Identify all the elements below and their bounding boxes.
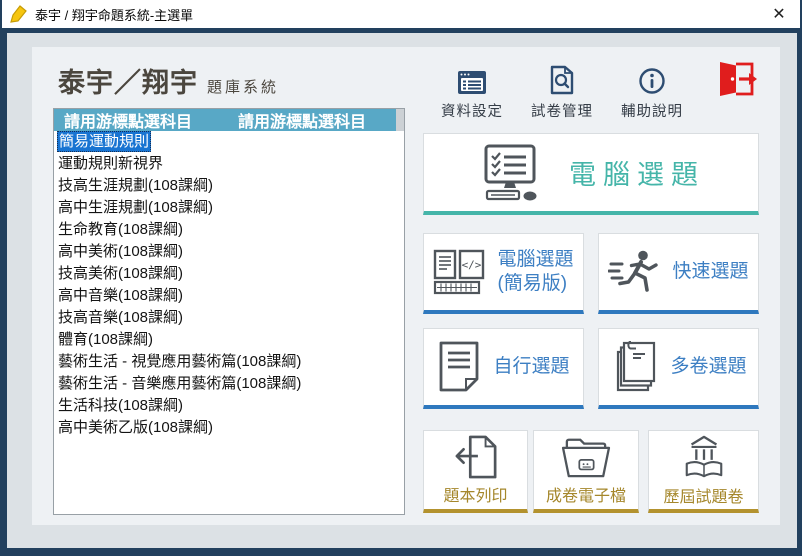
toolbar-item-help[interactable]: 輔助說明 [614,63,690,121]
client-area: 泰宇／翔宇 題庫系統 請用游標點選科目 請用游標點選科目 簡易運動規則運動規則新… [2,28,800,550]
close-icon[interactable]: ✕ [758,0,800,28]
data-settings-icon [434,63,510,95]
card-label: 電腦選題 (簡易版) [497,248,573,296]
self-select-button[interactable]: 自行選題 [423,328,584,409]
list-item[interactable]: 藝術生活 - 視覺應用藝術篇(108課綱) [54,351,404,373]
toolbar-label: 輔助說明 [614,100,690,121]
runner-icon [608,249,660,295]
card-label: 多卷選題 [670,355,746,379]
client-background: 泰宇／翔宇 題庫系統 請用游標點選科目 請用游標點選科目 簡易運動規則運動規則新… [7,33,797,548]
card-label-line1: 電腦選題 [497,249,573,270]
stacked-pages-icon [610,341,658,393]
document-lines-icon [437,341,481,393]
card-label: 成卷電子檔 [546,482,626,506]
card-label: 快速選題 [672,260,748,284]
card-label: 自行選題 [493,355,569,379]
brand-name: 泰宇／翔宇 [58,61,198,100]
exam-efile-button[interactable]: 成卷電子檔 [533,430,639,513]
exam-management-icon [524,63,600,95]
list-item[interactable]: 技高生涯規劃(108課綱) [54,175,404,197]
list-item[interactable]: 運動規則新視界 [54,153,404,175]
dual-screen-keyboard-icon: </> [433,249,485,295]
list-header-column-1: 請用游標點選科目 [64,109,192,131]
card-label-line2: (簡易版) [497,273,567,294]
brand-subtitle: 題庫系統 [207,76,279,97]
subject-list: 簡易運動規則運動規則新視界技高生涯規劃(108課綱)高中生涯規劃(108課綱)生… [54,131,404,439]
list-header-tail [396,109,404,131]
print-booklet-button[interactable]: 題本列印 [423,430,528,513]
bank-book-icon [680,434,728,480]
quick-select-button[interactable]: 快速選題 [598,233,759,314]
app-logo-icon [9,5,27,23]
list-item[interactable]: 體育(108課綱) [54,329,404,351]
multi-select-button[interactable]: 多卷選題 [598,328,759,409]
list-item[interactable]: 生命教育(108課綱) [54,219,404,241]
toolbar-item-data-settings[interactable]: 資料設定 [434,63,510,121]
exit-door-icon [702,65,772,97]
list-item[interactable]: 高中生涯規劃(108課綱) [54,197,404,219]
monitor-checklist-icon [477,144,543,202]
list-item[interactable]: 技高美術(108課綱) [54,263,404,285]
window-title: 泰宇 / 翔宇命題系統-主選單 [35,5,193,24]
document-arrow-left-icon [451,435,501,479]
brand-header: 泰宇／翔宇 題庫系統 [58,61,279,100]
help-icon [614,63,690,95]
list-item[interactable]: 技高音樂(108課綱) [54,307,404,329]
computer-select-simple-button[interactable]: </> 電腦選題 [423,233,584,314]
toolbar-label: 試卷管理 [524,100,600,121]
main-panel: 泰宇／翔宇 題庫系統 請用游標點選科目 請用游標點選科目 簡易運動規則運動規則新… [32,47,780,525]
past-exams-button[interactable]: 歷屆試題卷 [648,430,759,513]
subject-listview: 請用游標點選科目 請用游標點選科目 簡易運動規則運動規則新視界技高生涯規劃(10… [53,108,405,515]
card-label: 歷屆試題卷 [663,483,743,507]
list-item[interactable]: 高中音樂(108課綱) [54,285,404,307]
toolbar-label: 資料設定 [434,100,510,121]
title-bar: 泰宇 / 翔宇命題系統-主選單 ✕ [2,0,800,28]
list-item[interactable]: 高中美術(108課綱) [54,241,404,263]
toolbar-item-exam-management[interactable]: 試卷管理 [524,63,600,121]
folder-icon [559,435,613,479]
list-item[interactable]: 簡易運動規則 [54,131,404,153]
list-item[interactable]: 高中美術乙版(108課綱) [54,417,404,439]
app-window: 泰宇 / 翔宇命題系統-主選單 ✕ 泰宇／翔宇 題庫系統 請用游標點選科目 請用… [2,0,800,550]
svg-text:</>: </> [462,259,482,272]
list-item[interactable]: 藝術生活 - 音樂應用藝術篇(108課綱) [54,373,404,395]
list-item[interactable]: 生活科技(108課綱) [54,395,404,417]
list-header-column-2: 請用游標點選科目 [238,109,366,131]
computer-select-button[interactable]: 電腦選題 [423,133,759,215]
toolbar-item-exit[interactable] [702,65,772,97]
card-label: 電腦選題 [569,153,705,192]
card-label: 題本列印 [443,482,507,506]
subject-list-header: 請用游標點選科目 請用游標點選科目 [54,109,404,131]
